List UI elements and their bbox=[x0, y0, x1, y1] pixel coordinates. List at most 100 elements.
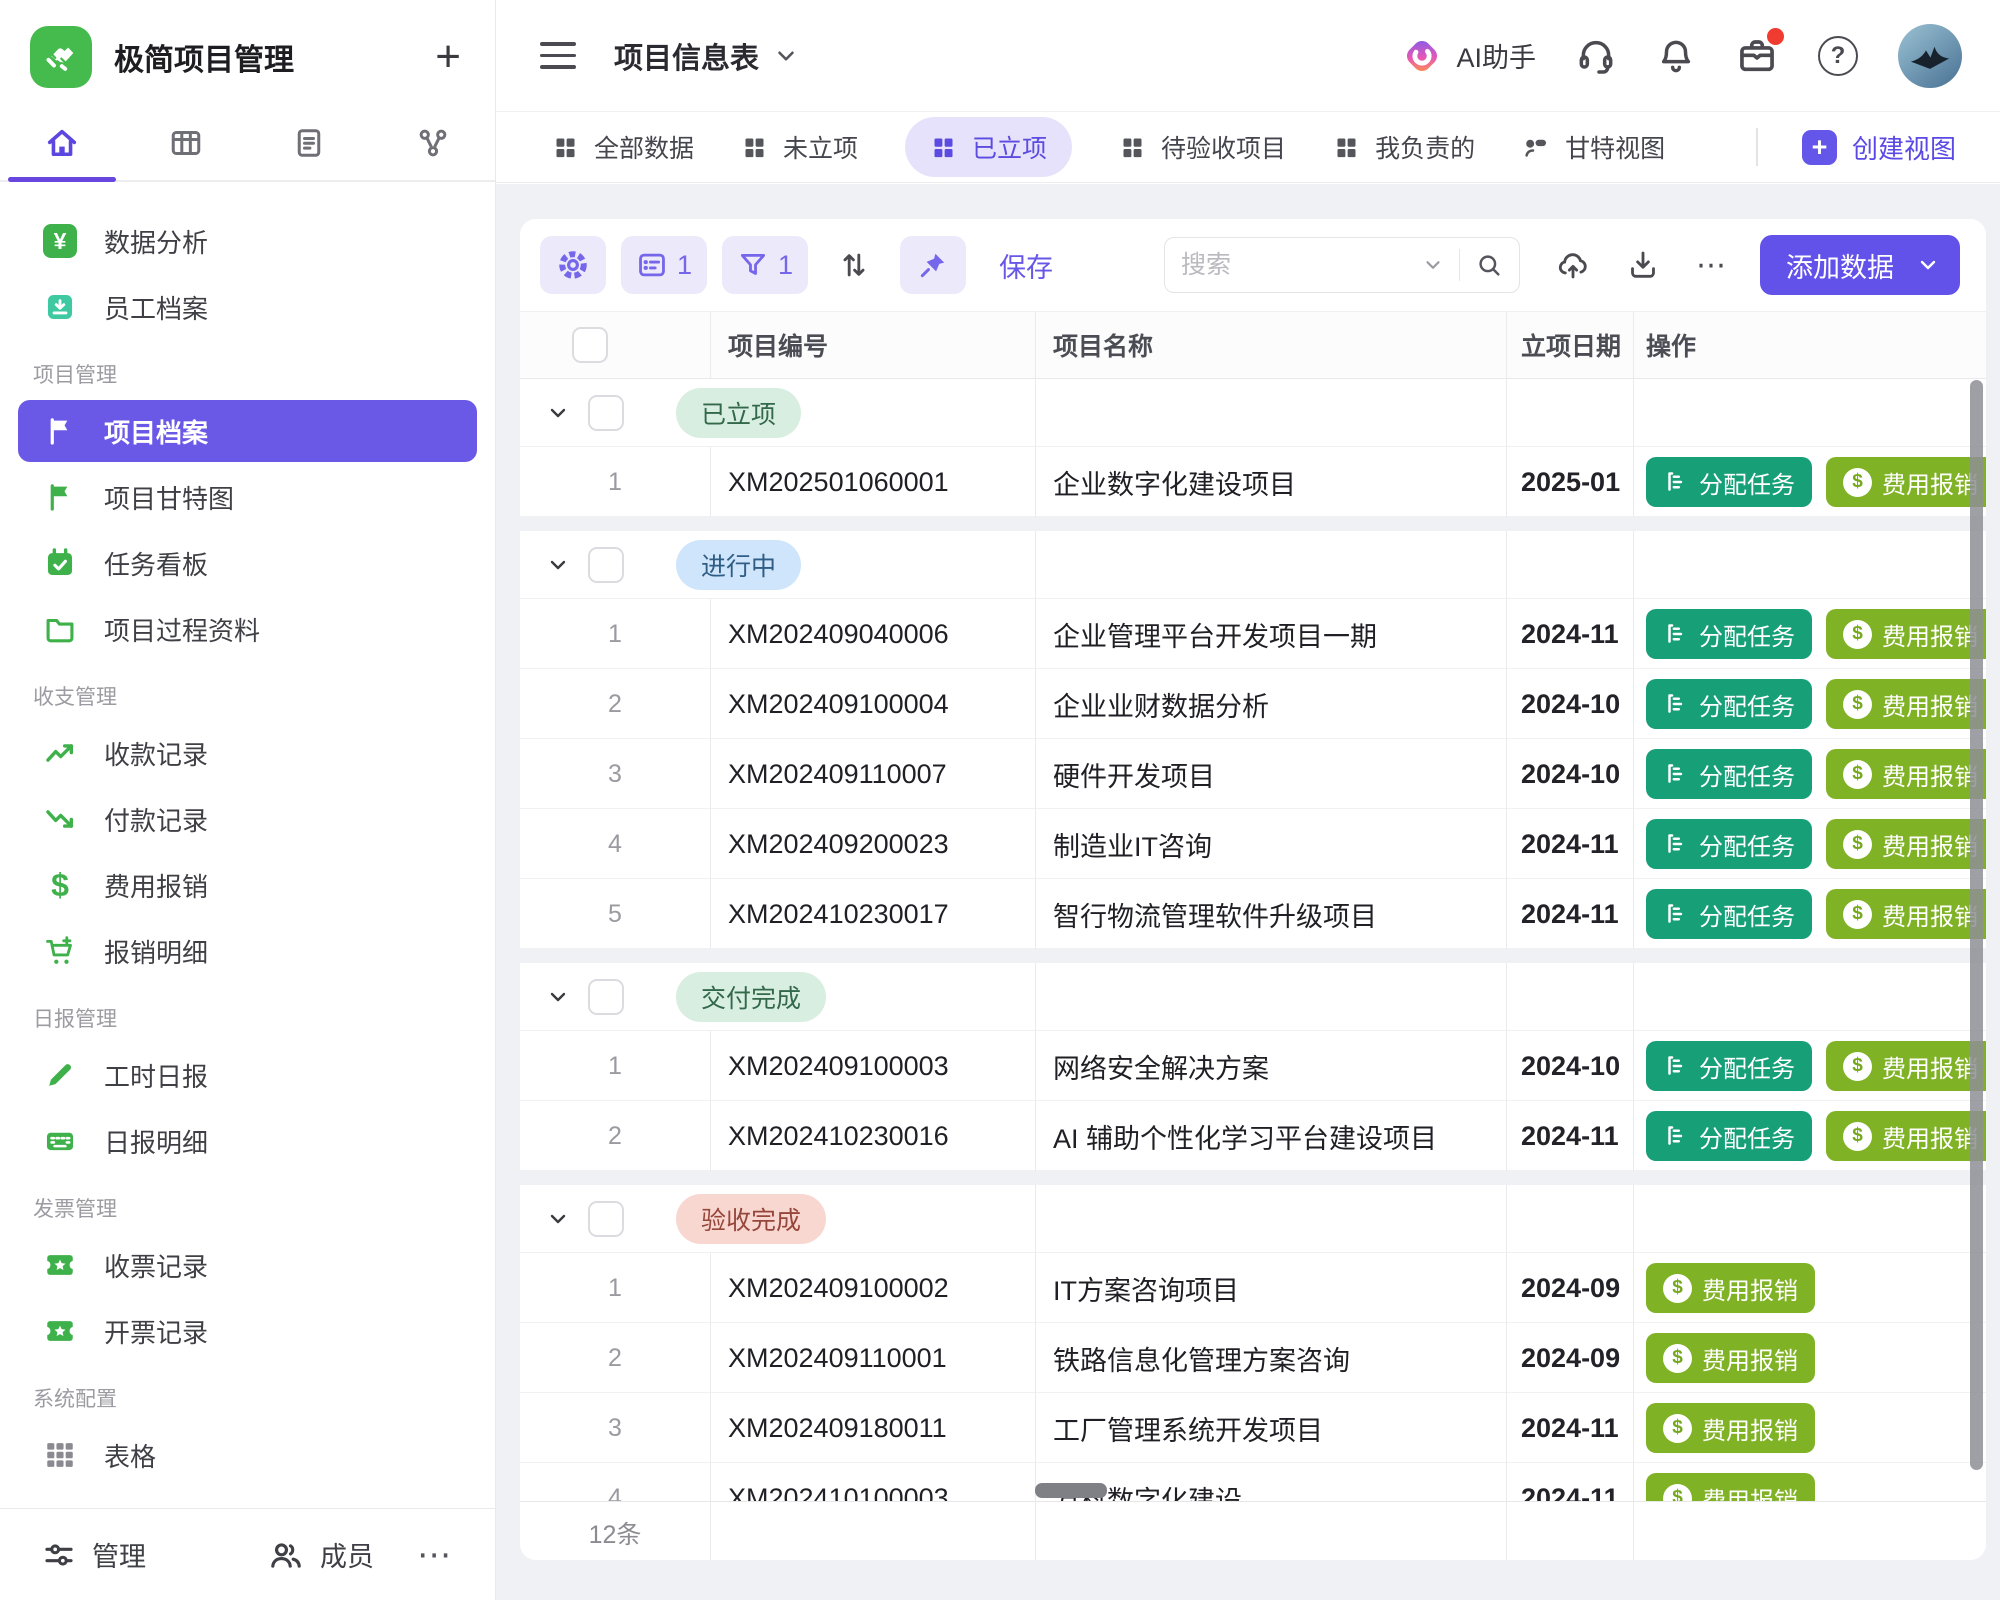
pin-button[interactable] bbox=[900, 236, 966, 294]
column-header-code[interactable]: 项目编号 bbox=[710, 312, 1035, 378]
import-upload-button[interactable] bbox=[1556, 248, 1590, 282]
user-avatar[interactable] bbox=[1898, 24, 1962, 88]
create-view-button[interactable]: + 创建视图 bbox=[1802, 129, 1956, 166]
expense-claim-button[interactable]: $费用报销 bbox=[1826, 1111, 1986, 1161]
group-checkbox[interactable] bbox=[588, 979, 624, 1015]
sidebar-tab-tables[interactable] bbox=[124, 106, 248, 180]
table-row[interactable]: 2 XM202409110001 铁路信息化管理方案咨询 2024-09 $费用… bbox=[520, 1323, 1986, 1393]
view-tab-pending-acceptance[interactable]: 待验收项目 bbox=[1119, 129, 1286, 165]
assign-task-button[interactable]: 分配任务 bbox=[1646, 819, 1812, 869]
filter-button[interactable]: 1 bbox=[722, 236, 808, 294]
add-data-button[interactable]: 添加数据 bbox=[1760, 235, 1960, 295]
group-collapse-chevron-icon[interactable] bbox=[546, 1207, 570, 1231]
sidebar-item-expense-details[interactable]: 报销明细 bbox=[0, 918, 495, 984]
view-tab-initiated[interactable]: 已立项 bbox=[905, 117, 1072, 177]
search-box[interactable] bbox=[1164, 237, 1520, 293]
search-scope-chevron-icon[interactable] bbox=[1422, 254, 1444, 276]
support-headset-button[interactable] bbox=[1576, 36, 1616, 76]
horizontal-scrollbar[interactable] bbox=[1035, 1483, 1107, 1498]
expense-claim-button[interactable]: $费用报销 bbox=[1826, 1041, 1986, 1091]
sidebar-item-invoice-issued[interactable]: 开票记录 bbox=[0, 1298, 495, 1364]
group-collapse-chevron-icon[interactable] bbox=[546, 553, 570, 577]
vertical-scrollbar[interactable] bbox=[1970, 380, 1983, 1470]
menu-toggle-button[interactable] bbox=[540, 42, 576, 69]
expense-claim-button[interactable]: $费用报销 bbox=[1646, 1403, 1815, 1453]
expense-claim-button[interactable]: $费用报销 bbox=[1646, 1263, 1815, 1313]
sidebar-item-expense[interactable]: $ 费用报销 bbox=[0, 852, 495, 918]
toolbar-more-button[interactable]: ⋯ bbox=[1696, 248, 1728, 283]
sidebar-item-project-files[interactable]: 项目档案 bbox=[18, 400, 477, 462]
table-row[interactable]: 5 XM202410230017 智行物流管理软件升级项目 2024-11 分配… bbox=[520, 879, 1986, 949]
ai-assistant-button[interactable]: AI助手 bbox=[1400, 34, 1536, 78]
title-chevron-down-icon[interactable] bbox=[773, 43, 799, 69]
sidebar-item-data-analysis[interactable]: ¥ 数据分析 bbox=[0, 208, 495, 274]
manage-button[interactable]: 管理 bbox=[42, 1535, 146, 1574]
export-download-button[interactable] bbox=[1626, 248, 1660, 282]
expense-claim-button[interactable]: $费用报销 bbox=[1826, 889, 1986, 939]
expense-claim-button[interactable]: $费用报销 bbox=[1826, 819, 1986, 869]
table-row[interactable]: 3 XM202409110007 硬件开发项目 2024-10 分配任务 $费用… bbox=[520, 739, 1986, 809]
expense-claim-button[interactable]: $费用报销 bbox=[1646, 1333, 1815, 1383]
expense-claim-button[interactable]: $费用报销 bbox=[1646, 1473, 1815, 1501]
workspace-briefcase-button[interactable] bbox=[1736, 35, 1778, 77]
table-row[interactable]: 1 XM202409040006 企业管理平台开发项目一期 2024-11 分配… bbox=[520, 599, 1986, 669]
search-icon[interactable] bbox=[1475, 251, 1503, 279]
table-row[interactable]: 4 XM202409200023 制造业IT咨询 2024-11 分配任务 $费… bbox=[520, 809, 1986, 879]
notifications-bell-button[interactable] bbox=[1656, 36, 1696, 76]
sidebar-item-employee-files[interactable]: 员工档案 bbox=[0, 274, 495, 340]
assign-task-button[interactable]: 分配任务 bbox=[1646, 679, 1812, 729]
field-config-button[interactable]: 1 bbox=[621, 236, 707, 294]
table-row-clipped[interactable]: 4 XM202410100003 万科数字化建设 2024-11 $费用报销 bbox=[520, 1463, 1986, 1501]
expense-claim-button[interactable]: $费用报销 bbox=[1826, 679, 1986, 729]
sidebar-item-flows[interactable]: 流程 bbox=[0, 1488, 495, 1508]
sidebar-item-invoice-received[interactable]: 收票记录 bbox=[0, 1232, 495, 1298]
expense-claim-button[interactable]: $费用报销 bbox=[1826, 457, 1986, 507]
sidebar-item-project-process-docs[interactable]: 项目过程资料 bbox=[0, 596, 495, 662]
table-row[interactable]: 3 XM202409180011 工厂管理系统开发项目 2024-11 $费用报… bbox=[520, 1393, 1986, 1463]
sidebar-item-daily-details[interactable]: 日报明细 bbox=[0, 1108, 495, 1174]
save-view-button[interactable]: 保存 bbox=[999, 246, 1053, 285]
expense-claim-button[interactable]: $费用报销 bbox=[1826, 609, 1986, 659]
view-tab-gantt[interactable]: 甘特视图 bbox=[1522, 129, 1665, 165]
table-row[interactable]: 1 XM202409100002 IT方案咨询项目 2024-09 $费用报销 bbox=[520, 1253, 1986, 1323]
column-header-actions[interactable]: 操作 bbox=[1633, 312, 1986, 378]
group-collapse-chevron-icon[interactable] bbox=[546, 401, 570, 425]
sidebar-item-tables[interactable]: 表格 bbox=[0, 1422, 495, 1488]
group-collapse-chevron-icon[interactable] bbox=[546, 985, 570, 1009]
add-workspace-button[interactable]: + bbox=[435, 35, 461, 79]
sidebar-item-receipts[interactable]: 收款记录 bbox=[0, 720, 495, 786]
assign-task-button[interactable]: 分配任务 bbox=[1646, 1111, 1812, 1161]
table-row[interactable]: 1 XM202409100003 网络安全解决方案 2024-10 分配任务 $… bbox=[520, 1031, 1986, 1101]
assign-task-button[interactable]: 分配任务 bbox=[1646, 609, 1812, 659]
add-data-chevron-icon[interactable] bbox=[1916, 253, 1940, 277]
sidebar-item-payments[interactable]: 付款记录 bbox=[0, 786, 495, 852]
group-checkbox[interactable] bbox=[588, 1201, 624, 1237]
sidebar-tab-docs[interactable] bbox=[248, 106, 372, 180]
expense-claim-button[interactable]: $费用报销 bbox=[1826, 749, 1986, 799]
select-all-checkbox[interactable] bbox=[572, 327, 608, 363]
sidebar-tab-home[interactable] bbox=[0, 106, 124, 180]
view-tab-not-initiated[interactable]: 未立项 bbox=[741, 129, 858, 165]
sidebar-more-button[interactable]: ⋯ bbox=[417, 1535, 453, 1575]
search-input[interactable] bbox=[1181, 251, 1422, 280]
view-tab-all-data[interactable]: 全部数据 bbox=[552, 129, 694, 165]
group-checkbox[interactable] bbox=[588, 547, 624, 583]
column-header-name[interactable]: 项目名称 bbox=[1035, 312, 1506, 378]
table-row[interactable]: 2 XM202410230016 AI 辅助个性化学习平台建设项目 2024-1… bbox=[520, 1101, 1986, 1171]
sidebar-tab-flows[interactable] bbox=[371, 106, 495, 180]
column-header-date[interactable]: 立项日期 bbox=[1506, 312, 1633, 378]
assign-task-button[interactable]: 分配任务 bbox=[1646, 889, 1812, 939]
assign-task-button[interactable]: 分配任务 bbox=[1646, 749, 1812, 799]
table-row[interactable]: 1 XM202501060001 企业数字化建设项目 2025-01 分配任务 … bbox=[520, 447, 1986, 517]
view-settings-button[interactable] bbox=[540, 236, 606, 294]
sort-button[interactable] bbox=[823, 236, 885, 294]
view-tab-my-projects[interactable]: 我负责的 bbox=[1333, 129, 1475, 165]
members-button[interactable]: 成员 bbox=[268, 1535, 374, 1574]
assign-task-button[interactable]: 分配任务 bbox=[1646, 1041, 1812, 1091]
sidebar-item-timesheet[interactable]: 工时日报 bbox=[0, 1042, 495, 1108]
group-checkbox[interactable] bbox=[588, 395, 624, 431]
sidebar-item-project-gantt[interactable]: 项目甘特图 bbox=[0, 464, 495, 530]
help-button[interactable]: ? bbox=[1818, 36, 1858, 76]
sidebar-item-task-board[interactable]: 任务看板 bbox=[0, 530, 495, 596]
table-row[interactable]: 2 XM202409100004 企业业财数据分析 2024-10 分配任务 $… bbox=[520, 669, 1986, 739]
